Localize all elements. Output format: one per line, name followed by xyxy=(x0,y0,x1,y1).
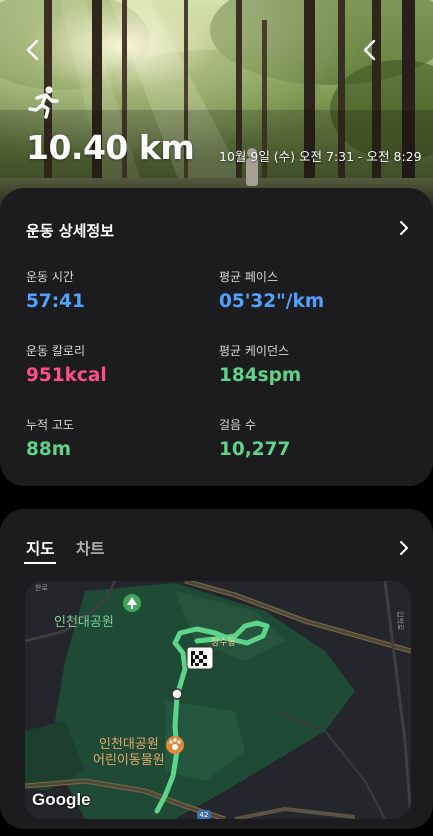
zoo-label-line2: 어린이동물원 xyxy=(93,753,165,768)
map-label-road-right: 입학로 xyxy=(396,611,404,631)
stat-avg-pace: 평균 페이스 05'32"/km xyxy=(219,268,324,312)
start-point xyxy=(171,688,183,700)
stat-value: 951kcal xyxy=(26,365,107,386)
hero-photo-header: 10.40 km 10월 9일 (수) 오전 7:31 - 오전 8:29 xyxy=(0,0,433,210)
stat-calories: 운동 칼로리 951kcal xyxy=(26,342,107,386)
stat-value: 184spm xyxy=(219,365,302,386)
stat-avg-cadence: 평균 케이던스 184spm xyxy=(219,342,301,386)
map-label-road-top: 한로 xyxy=(35,584,48,592)
tab-chart[interactable]: 차트 xyxy=(76,537,105,559)
route-map[interactable]: 인천대공원 장수동 인천대공원 어린이동물원 한로 입학로 42 Google xyxy=(25,581,411,819)
stat-steps: 걸음 수 10,277 xyxy=(219,416,290,460)
details-chevron-right-icon[interactable] xyxy=(396,220,412,236)
google-attribution-logo: Google xyxy=(32,790,91,809)
stat-value: 05'32"/km xyxy=(219,291,325,312)
stat-label: 평균 케이던스 xyxy=(219,344,290,358)
workout-datetime: 10월 9일 (수) 오전 7:31 - 오전 8:29 xyxy=(219,149,422,164)
map-label-park: 인천대공원 xyxy=(54,615,114,630)
stat-value: 10,277 xyxy=(219,439,291,460)
stat-value: 57:41 xyxy=(26,291,85,312)
stat-label: 걸음 수 xyxy=(219,418,256,432)
route-map-card: 지도 차트 인천대공원 장수동 인천대공원 어린이동물원 한로 입학로 42 G… xyxy=(0,509,433,829)
map-label-zoo: 인천대공원 어린이동물원 xyxy=(93,737,165,769)
stat-label: 운동 칼로리 xyxy=(26,344,86,358)
road-number-badge: 42 xyxy=(197,810,211,819)
map-chevron-right-icon[interactable] xyxy=(396,540,412,556)
stat-label: 누적 고도 xyxy=(26,418,74,432)
tree-marker-icon xyxy=(123,594,141,612)
zoo-label-line1: 인천대공원 xyxy=(98,737,159,752)
paw-marker-icon xyxy=(166,736,184,754)
stat-duration: 운동 시간 57:41 xyxy=(26,268,85,312)
stat-elevation-gain: 누적 고도 88m xyxy=(26,416,74,460)
total-distance: 10.40 km xyxy=(26,128,195,167)
share-icon[interactable] xyxy=(358,36,382,64)
details-title: 운동 상세정보 xyxy=(26,222,115,240)
stat-label: 운동 시간 xyxy=(26,270,74,284)
workout-details-card: 운동 상세정보 운동 시간 57:41 평균 페이스 05'32"/km 운동 … xyxy=(0,188,433,486)
stat-value: 88m xyxy=(26,439,72,460)
map-label-area: 장수동 xyxy=(211,638,236,648)
checkered-flag-icon xyxy=(186,646,214,670)
active-tab-indicator xyxy=(24,562,56,564)
stat-label: 평균 페이스 xyxy=(219,270,279,284)
forest-background-image xyxy=(0,0,433,210)
tab-map[interactable]: 지도 xyxy=(26,537,55,559)
back-chevron-icon[interactable] xyxy=(22,36,46,64)
running-icon xyxy=(28,86,59,119)
